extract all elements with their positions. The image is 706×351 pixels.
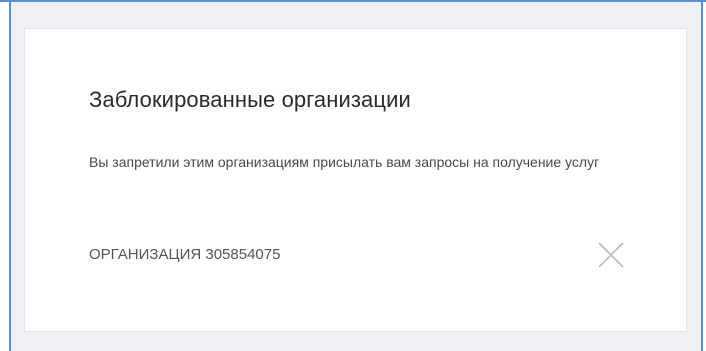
blocked-organizations-card: Заблокированные организации Вы запретили… bbox=[24, 28, 687, 332]
frame-right-border bbox=[701, 0, 703, 351]
window-frame: Заблокированные организации Вы запретили… bbox=[0, 0, 706, 351]
frame-top-border bbox=[0, 0, 706, 2]
remove-organization-button[interactable] bbox=[596, 240, 626, 270]
card-description: Вы запретили этим организациям присылать… bbox=[89, 154, 600, 170]
organization-name: ОРГАНИЗАЦИЯ 305854075 bbox=[89, 246, 281, 263]
close-icon bbox=[598, 242, 624, 268]
card-title: Заблокированные организации bbox=[89, 87, 411, 112]
blocked-organization-row: ОРГАНИЗАЦИЯ 305854075 bbox=[89, 234, 629, 278]
frame-left-border bbox=[9, 0, 11, 351]
